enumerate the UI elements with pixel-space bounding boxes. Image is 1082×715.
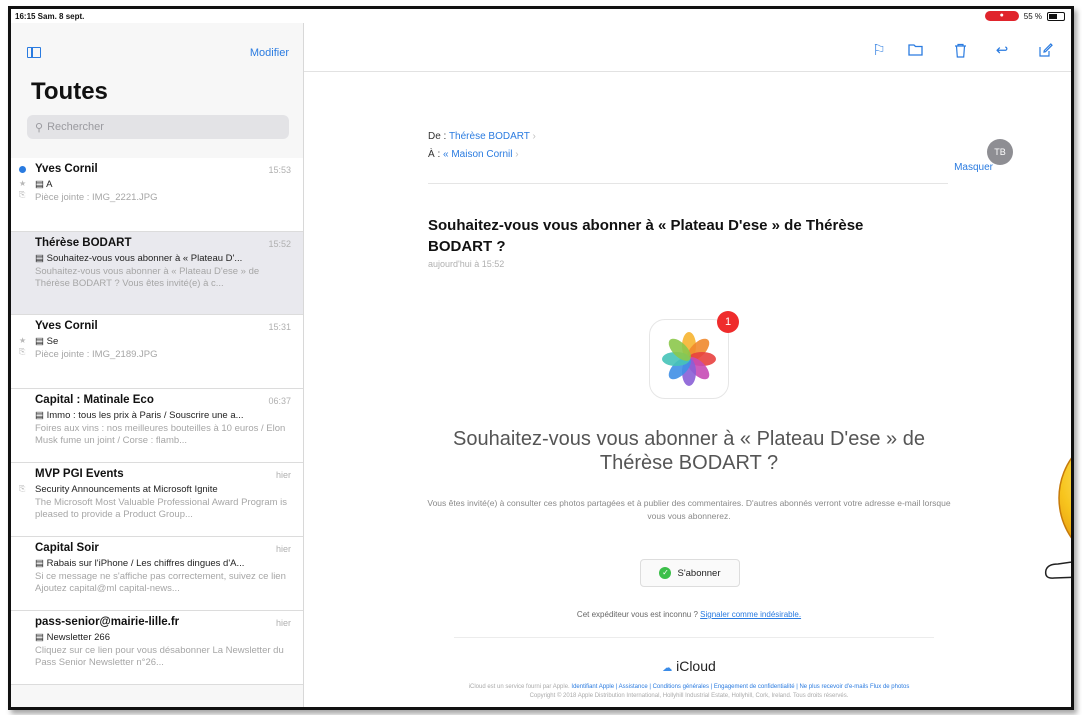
mail-preview: Si ce message ne s'affiche pas correctem… xyxy=(35,571,286,594)
subscribe-label: S'abonner xyxy=(677,567,721,579)
mail-list-item[interactable]: ★ ⎘ Yves Cornil 15:31 ▤ Se Pièce jointe :… xyxy=(11,315,303,389)
mail-time: 15:31 xyxy=(268,322,291,332)
mail-list-item-selected[interactable]: Thérèse BODART 15:52 ▤ Souhaitez-vous vo… xyxy=(11,232,303,315)
flag-icon[interactable]: ⚐ xyxy=(871,43,887,59)
message-date: aujourd'hui à 15:52 xyxy=(428,259,505,269)
message-header: De : Thérèse BODART › À : « Maison Corni… xyxy=(428,131,948,167)
checkmark-icon: ✓ xyxy=(659,567,672,579)
mail-time: 15:53 xyxy=(268,165,291,175)
message-subject: Souhaitez-vous vous abonner à « Plateau … xyxy=(428,217,864,255)
photos-app-icon xyxy=(649,319,729,399)
status-bar: 16:15 Sam. 8 sept. ● 55 % xyxy=(11,9,1071,23)
report-junk-link[interactable]: Signaler comme indésirable. xyxy=(700,610,801,619)
mail-preview: Foires aux vins : nos meilleures bouteil… xyxy=(35,423,286,446)
trash-icon[interactable] xyxy=(952,43,968,59)
battery-label: 55 % xyxy=(1023,11,1042,21)
subscribe-button[interactable]: ✓ S'abonner xyxy=(640,559,740,587)
screenshot-frame: 16:15 Sam. 8 sept. ● 55 % Modifier Toute… xyxy=(8,6,1074,710)
unread-dot-icon xyxy=(19,166,26,173)
recording-indicator: ● xyxy=(984,11,1019,21)
mail-list-item[interactable]: Capital : Matinale Eco 06:37 ▤ Immo : to… xyxy=(11,389,303,463)
mail-list-item[interactable]: ⎘ MVP PGI Events hier Security Announcem… xyxy=(11,463,303,537)
reply-icon[interactable]: ↩ xyxy=(994,43,1010,59)
mail-subject: ▤ Souhaitez-vous vous abonner à « Platea… xyxy=(35,253,243,264)
mail-subject: Security Announcements at Microsoft Igni… xyxy=(35,484,218,495)
sidebar-toggle-icon[interactable] xyxy=(27,47,41,58)
mail-sender: Thérèse BODART xyxy=(35,237,132,249)
mail-sender: Yves Cornil xyxy=(35,163,98,175)
folder-icon[interactable] xyxy=(907,43,923,59)
mail-list: ★ ⎘ Yves Cornil 15:53 ▤ A Pièce jointe : … xyxy=(11,158,303,685)
to-row: À : « Maison Cornil › xyxy=(428,149,519,160)
star-attachment-icon: ★ ⎘ xyxy=(19,336,27,356)
message-pane: ⚐ ↩ De : Thérèse BODART › À : « Maison C… xyxy=(304,23,1071,707)
mail-list-item[interactable]: ★ ⎘ Yves Cornil 15:53 ▤ A Pièce jointe : … xyxy=(11,158,303,232)
edit-button[interactable]: Modifier xyxy=(250,47,289,59)
notification-badge: 1 xyxy=(717,311,739,333)
mail-subject: ▤ Rabais sur l'iPhone / Les chiffres din… xyxy=(35,558,245,569)
mail-sender: Capital : Matinale Eco xyxy=(35,394,154,406)
mail-sender: Capital Soir xyxy=(35,542,99,554)
battery-icon xyxy=(1047,11,1065,21)
mail-sender: pass-senior@mairie-lille.fr xyxy=(35,616,180,628)
mail-list-item[interactable]: Capital Soir hier ▤ Rabais sur l'iPhone … xyxy=(11,537,303,611)
status-time: 16:15 Sam. 8 sept. xyxy=(15,11,85,21)
mail-preview: Cliquez sur ce lien pour vous désabonner… xyxy=(35,645,284,668)
invitation-body: Vous êtes invité(e) à consulter ces phot… xyxy=(427,498,951,521)
search-input[interactable]: ⚲ Rechercher xyxy=(27,115,289,139)
cloud-icon: ☁ xyxy=(662,663,673,674)
search-placeholder: Rechercher xyxy=(47,121,104,133)
mail-subject: ▤ Newsletter 266 xyxy=(35,632,110,643)
mail-time: 15:52 xyxy=(268,239,291,249)
mail-preview: Souhaitez-vous vous abonner à « Plateau … xyxy=(35,266,260,289)
mail-time: hier xyxy=(275,618,291,628)
footer-divider xyxy=(454,637,934,638)
to-recipient-link[interactable]: « Maison Cornil xyxy=(443,149,512,160)
mail-subject: ▤ Immo : tous les prix à Paris / Souscri… xyxy=(35,410,244,421)
legal-links[interactable]: Identifiant Apple | Assistance | Conditi… xyxy=(571,684,909,690)
mail-subject: ▤ A xyxy=(35,179,53,190)
mail-preview: Pièce jointe : IMG_2221.JPG xyxy=(35,192,158,203)
mail-sender: Yves Cornil xyxy=(35,320,98,332)
search-icon: ⚲ xyxy=(35,121,44,134)
from-sender-link[interactable]: Thérèse BODART xyxy=(449,131,530,142)
mail-list-item[interactable]: pass-senior@mairie-lille.fr hier ▤ Newsl… xyxy=(11,611,303,685)
star-attachment-icon: ★ ⎘ xyxy=(19,179,27,199)
hide-details-button[interactable]: Masquer xyxy=(954,162,993,173)
mail-preview: The Microsoft Most Valuable Professional… xyxy=(35,497,288,520)
mailbox-sidebar: Modifier Toutes ⚲ Rechercher ★ ⎘ Yves Cor… xyxy=(11,23,304,707)
icloud-logo: ☁ iCloud xyxy=(662,658,716,674)
unknown-sender-line: Cet expéditeur vous est inconnu ? Signal… xyxy=(576,610,802,619)
pointing-smiley-icon xyxy=(1044,457,1071,579)
mail-time: hier xyxy=(275,470,291,480)
copyright-text: Copyright © 2018 Apple Distribution Inte… xyxy=(529,693,849,699)
mail-subject: ▤ Se xyxy=(35,336,59,347)
message-toolbar: ⚐ ↩ xyxy=(304,23,1071,72)
header-divider xyxy=(428,183,948,184)
compose-icon[interactable] xyxy=(1037,43,1053,59)
mail-preview: Pièce jointe : IMG_2189.JPG xyxy=(35,349,158,360)
attachment-icon: ⎘ xyxy=(19,484,26,493)
invitation-headline: Souhaitez-vous vous abonner à « Plateau … xyxy=(453,428,925,474)
mailbox-title: Toutes xyxy=(31,78,108,105)
mail-sender: MVP PGI Events xyxy=(35,468,124,480)
mail-time: hier xyxy=(275,544,291,554)
from-row: De : Thérèse BODART › xyxy=(428,131,536,142)
legal-footer: iCloud est un service fourni par Apple. … xyxy=(468,684,910,699)
mail-time: 06:37 xyxy=(268,396,291,406)
